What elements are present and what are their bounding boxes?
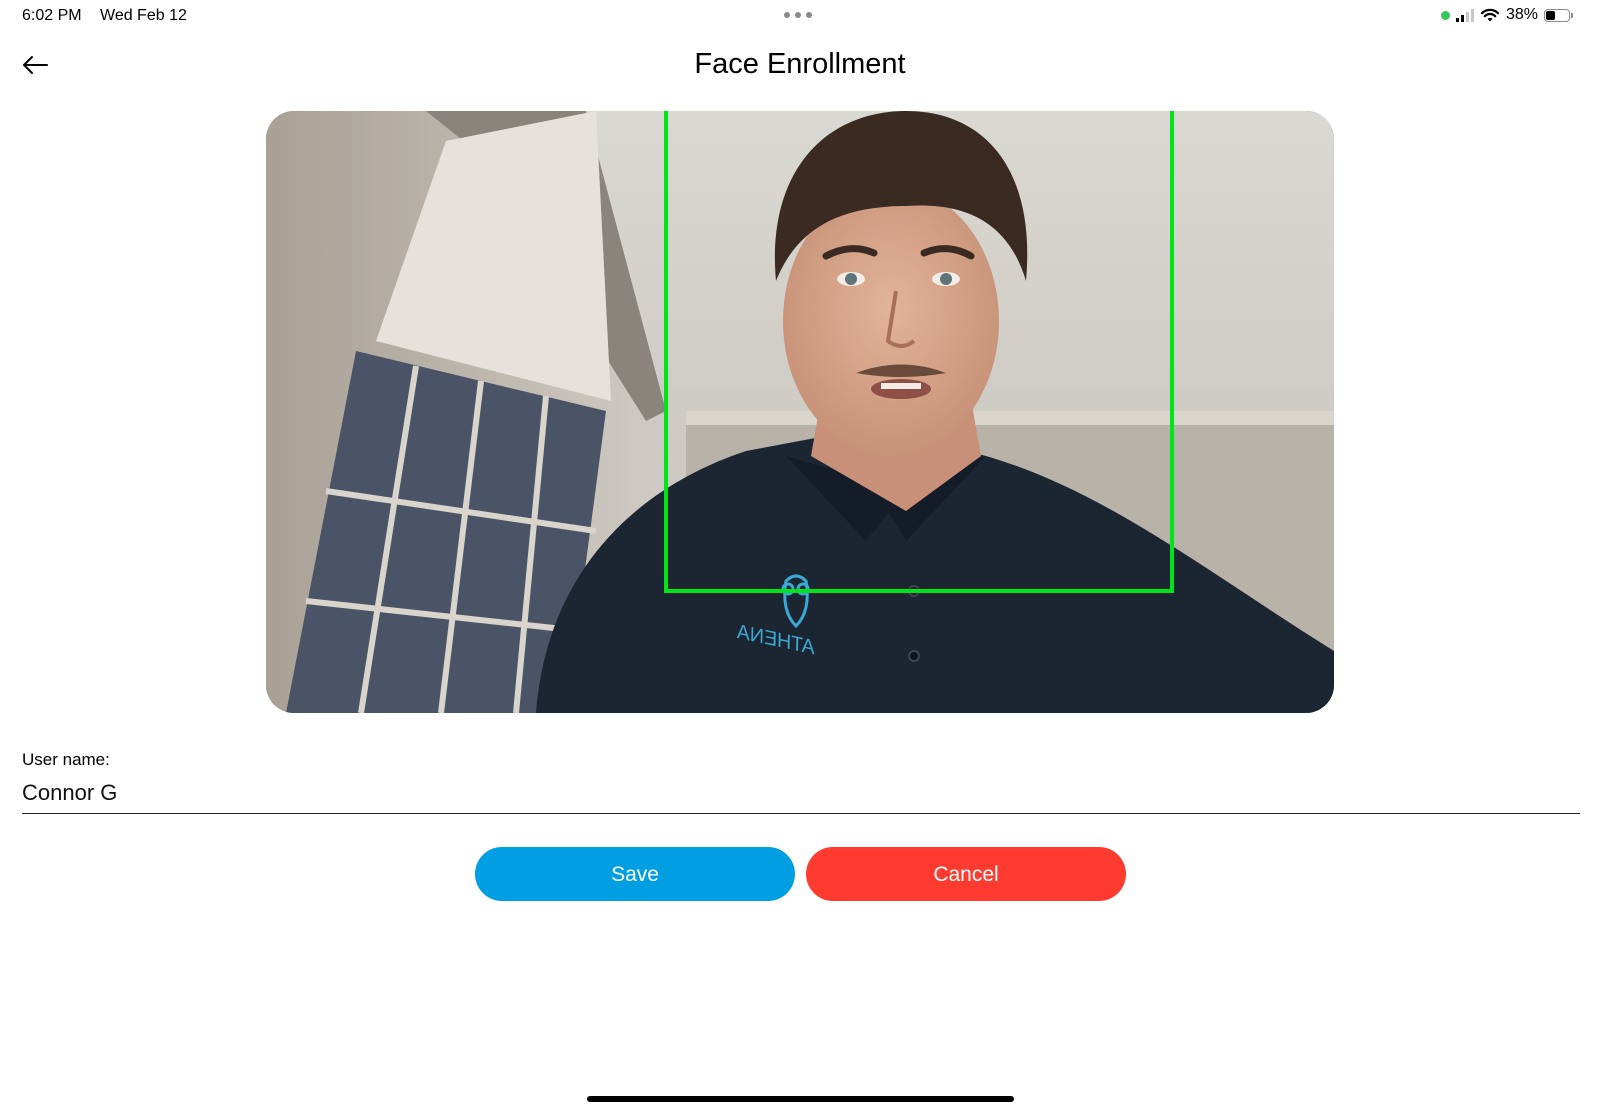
status-date: Wed Feb 12 (100, 7, 187, 24)
camera-in-use-icon (1440, 10, 1450, 20)
save-button[interactable]: Save (475, 847, 795, 901)
multitasking-dots-icon[interactable] (784, 12, 812, 18)
status-indicators: 38% (1440, 6, 1573, 24)
cancel-button[interactable]: Cancel (806, 847, 1126, 901)
wifi-icon (1480, 8, 1500, 21)
face-detection-box (664, 111, 1174, 593)
status-bar: 6:02 PM Wed Feb 12 38% (0, 0, 1600, 32)
username-label: User name: (22, 750, 110, 769)
battery-icon (1544, 8, 1573, 22)
cellular-signal-icon (1455, 8, 1474, 22)
home-indicator[interactable] (587, 1096, 1014, 1102)
battery-percent: 38% (1505, 6, 1538, 23)
username-input[interactable] (22, 773, 1580, 814)
status-time: 6:02 PM (22, 7, 82, 24)
page-title: Face Enrollment (694, 48, 906, 80)
